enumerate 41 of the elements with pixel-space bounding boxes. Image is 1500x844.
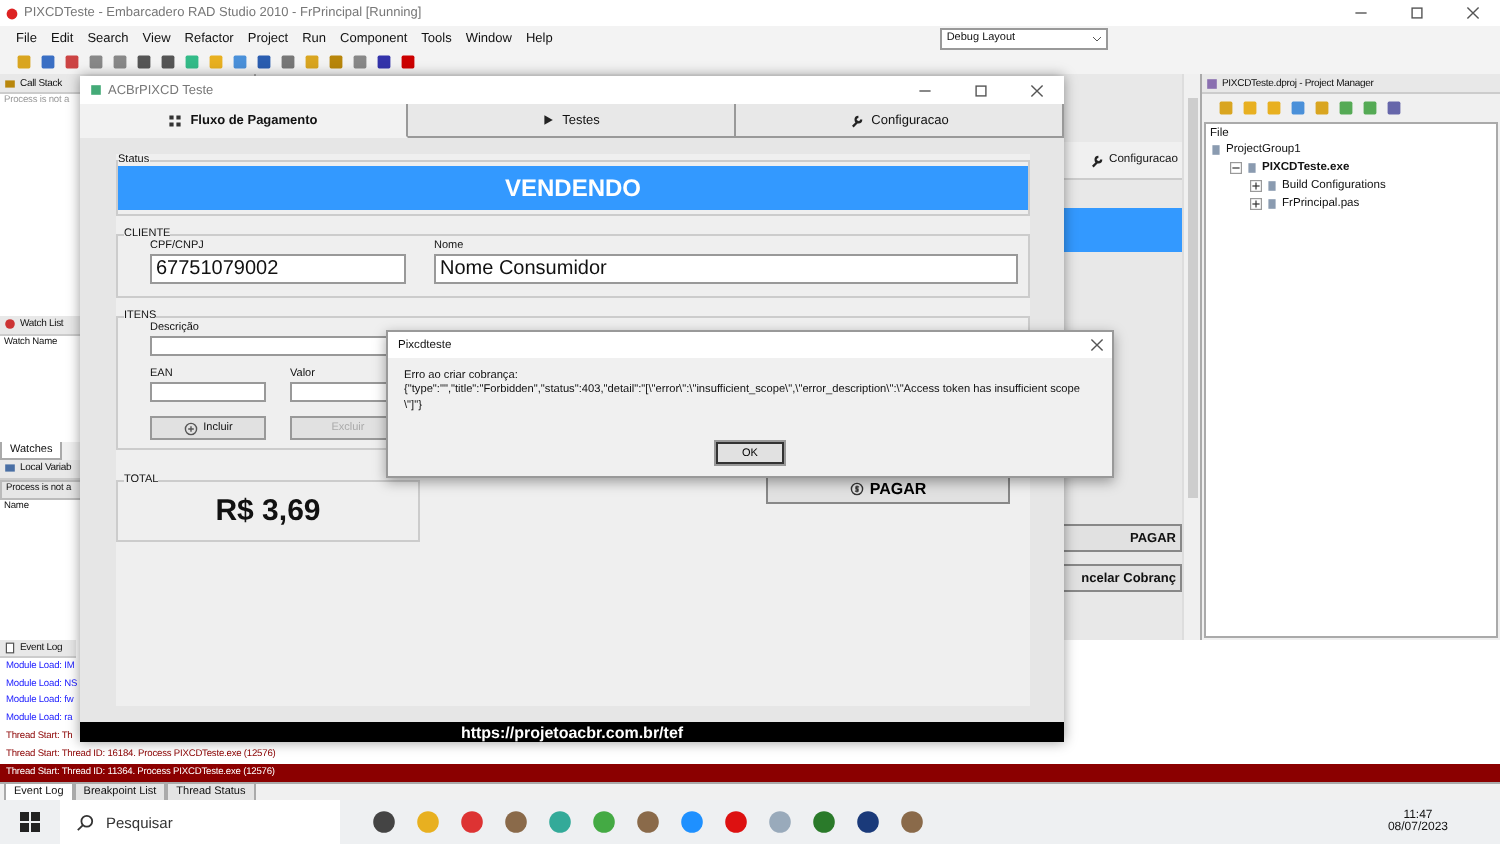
input-field[interactable]: 67751079002 <box>150 254 406 284</box>
expand-icon[interactable] <box>1250 197 1262 209</box>
taskbar-app-icon[interactable] <box>856 810 880 834</box>
plus-circle-icon <box>183 421 198 435</box>
wrench-icon <box>1089 153 1104 167</box>
close-icon <box>1090 338 1104 352</box>
file-icon <box>1210 143 1222 155</box>
taskbar-app-icon[interactable] <box>460 810 484 834</box>
app-logo-icon <box>6 7 18 19</box>
designer-banner <box>1062 208 1182 252</box>
input-field[interactable] <box>150 382 266 402</box>
wrench-icon <box>849 113 864 127</box>
input-field[interactable]: Nome Consumidor <box>434 254 1018 284</box>
taskbar-app-icon[interactable] <box>812 810 836 834</box>
taskbar-app-icon[interactable] <box>636 810 660 834</box>
search-icon <box>76 813 94 831</box>
expand-icon[interactable] <box>1250 179 1262 191</box>
dialog-close-button[interactable] <box>1090 338 1104 352</box>
windows-logo-icon <box>20 812 40 832</box>
taskbar-app-icon[interactable] <box>372 810 396 834</box>
close-icon <box>1029 83 1043 97</box>
stack-icon <box>4 77 16 89</box>
total-amount: R$ 3,69 <box>213 492 323 532</box>
dollar-coin-icon <box>849 482 864 496</box>
close-icon <box>1465 6 1479 20</box>
list-icon <box>4 462 16 475</box>
maximize-icon <box>1409 6 1423 20</box>
minimize-icon <box>1353 6 1367 20</box>
taskbar-app-icon[interactable] <box>504 810 528 834</box>
app-icon <box>90 84 102 96</box>
play-icon <box>542 114 555 126</box>
chevron-down-icon <box>1092 33 1103 43</box>
bug-icon <box>4 318 16 331</box>
taskbar-app-icon[interactable] <box>900 810 924 834</box>
taskbar-app-icon[interactable] <box>724 810 748 834</box>
maximize-icon <box>973 83 987 97</box>
scrollbar[interactable] <box>1182 74 1200 640</box>
footer-link[interactable]: https://projetoacbr.com.br/tef <box>80 722 1064 742</box>
project-icon <box>1206 77 1218 89</box>
collapse-icon[interactable] <box>1230 161 1242 173</box>
status-banner: VENDENDO <box>118 166 1028 210</box>
